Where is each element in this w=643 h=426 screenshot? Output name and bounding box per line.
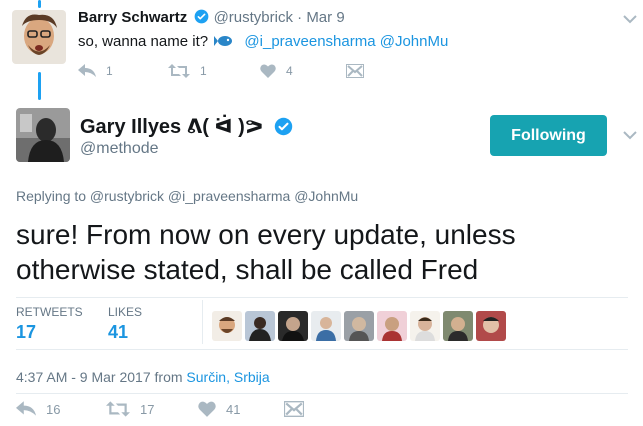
retweet-button[interactable]: 1 [168, 64, 207, 78]
divider [16, 297, 628, 298]
dm-button[interactable] [346, 64, 364, 78]
heart-icon [198, 401, 216, 417]
timestamp-text[interactable]: 4:37 AM - 9 Mar 2017 from [16, 369, 186, 385]
parent-tweet[interactable]: Barry Schwartz @rustybrick · Mar 9 so, w… [0, 0, 643, 104]
verified-icon [274, 117, 293, 136]
avatar[interactable] [16, 108, 70, 162]
retweet-count: 1 [200, 64, 207, 78]
thread-line-connector [38, 72, 41, 100]
tweet-text: sure! From now on every update, unless o… [16, 219, 516, 285]
mentions-link[interactable]: @i_praveensharma @JohnMu [244, 33, 448, 50]
chevron-down-icon[interactable] [623, 14, 637, 24]
tweet-text: so, wanna name it? [78, 33, 209, 50]
reply-button[interactable]: 16 [16, 401, 60, 417]
fish-emoji-icon [214, 34, 234, 52]
replying-to[interactable]: Replying to @rustybrick @i_praveensharma… [16, 188, 358, 204]
reply-icon [78, 64, 96, 77]
liker-avatar[interactable] [476, 311, 506, 341]
divider [202, 300, 203, 344]
avatar[interactable] [12, 10, 66, 64]
reply-count: 1 [106, 64, 113, 78]
replying-to-text: Replying to @rustybrick @i_praveensharma… [16, 188, 359, 204]
liker-avatar[interactable] [311, 311, 341, 341]
liker-avatars [212, 311, 506, 341]
likes-value[interactable]: 41 [108, 322, 128, 343]
like-button[interactable]: 4 [260, 64, 293, 78]
dm-icon [346, 64, 364, 78]
retweet-icon [168, 64, 190, 78]
location-link[interactable]: Surčin, Srbija [186, 369, 269, 385]
liker-avatar[interactable] [278, 311, 308, 341]
dm-button[interactable] [284, 401, 304, 417]
liker-avatar[interactable] [245, 311, 275, 341]
reply-icon [16, 401, 36, 416]
reply-button[interactable]: 1 [78, 64, 113, 78]
retweets-value[interactable]: 17 [16, 322, 36, 343]
liker-avatar[interactable] [377, 311, 407, 341]
liker-avatar[interactable] [443, 311, 473, 341]
like-count: 41 [226, 401, 241, 417]
liker-avatar[interactable] [212, 311, 242, 341]
parent-tweet-header: Barry Schwartz @rustybrick · Mar 9 [78, 9, 345, 26]
retweet-button[interactable]: 17 [106, 401, 154, 417]
like-button[interactable]: 41 [198, 401, 240, 417]
dm-icon [284, 401, 304, 417]
divider [16, 393, 628, 394]
verified-icon [194, 9, 209, 24]
author-name[interactable]: Gary Illyes ᕕ( ᐛ )ᕗ [80, 114, 263, 139]
likes-label[interactable]: LIKES [108, 305, 142, 319]
following-button[interactable]: Following [490, 115, 607, 156]
tweet-date[interactable]: Mar 9 [306, 9, 344, 26]
author-handle[interactable]: @methode [80, 140, 159, 158]
heart-icon [260, 64, 276, 78]
chevron-down-icon[interactable] [623, 130, 637, 140]
liker-avatar[interactable] [344, 311, 374, 341]
like-count: 4 [286, 64, 293, 78]
tweet-timestamp: 4:37 AM - 9 Mar 2017 from Surčin, Srbija [16, 369, 270, 385]
retweets-label[interactable]: RETWEETS [16, 305, 83, 319]
retweet-icon [106, 401, 130, 417]
liker-avatar[interactable] [410, 311, 440, 341]
author-handle[interactable]: @rustybrick [214, 9, 293, 26]
reply-count: 16 [46, 401, 61, 417]
divider [16, 349, 628, 350]
parent-tweet-text: so, wanna name it? @i_praveensharma @Joh… [78, 33, 448, 52]
author-name[interactable]: Barry Schwartz [78, 9, 187, 26]
retweet-count: 17 [140, 401, 155, 417]
separator-dot: · [297, 9, 303, 26]
